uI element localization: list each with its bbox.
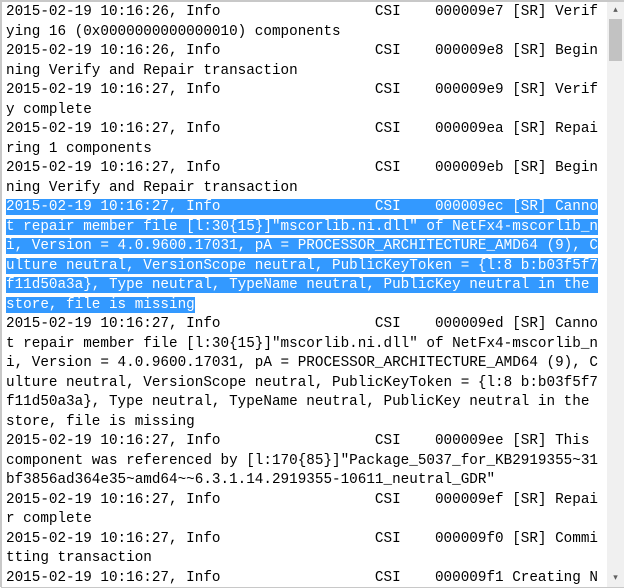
log-line: 2015-02-19 10:16:27, Info CSI 000009ed [… [6, 316, 598, 430]
log-line: 2015-02-19 10:16:27, Info CSI 000009e9 [… [6, 82, 598, 118]
log-line: 2015-02-19 10:16:27, Info CSI 000009ef [… [6, 492, 598, 528]
log-text-area[interactable]: 2015-02-19 10:16:26, Info CSI 000009e7 [… [2, 2, 607, 587]
log-line: 2015-02-19 10:16:27, Info CSI 000009ee [… [6, 433, 598, 488]
log-line: 2015-02-19 10:16:27, Info CSI 000009ea [… [6, 121, 598, 157]
log-line: 2015-02-19 10:16:27, Info CSI 000009f0 [… [6, 531, 598, 567]
vertical-scrollbar[interactable]: ▴ ▾ [607, 2, 624, 587]
log-line-selected: 2015-02-19 10:16:27, Info CSI 000009ec [… [6, 199, 598, 313]
log-line: 2015-02-19 10:16:26, Info CSI 000009e7 [… [6, 4, 598, 40]
scrollbar-thumb[interactable] [609, 19, 622, 61]
log-line: 2015-02-19 10:16:27, Info CSI 000009f1 C… [6, 570, 598, 588]
scrollbar-track[interactable] [607, 19, 624, 570]
log-viewer-window: 2015-02-19 10:16:26, Info CSI 000009e7 [… [2, 2, 624, 587]
scroll-down-arrow-icon[interactable]: ▾ [607, 570, 624, 587]
scroll-up-arrow-icon[interactable]: ▴ [607, 2, 624, 19]
log-line: 2015-02-19 10:16:26, Info CSI 000009e8 [… [6, 43, 598, 79]
log-line: 2015-02-19 10:16:27, Info CSI 000009eb [… [6, 160, 598, 196]
